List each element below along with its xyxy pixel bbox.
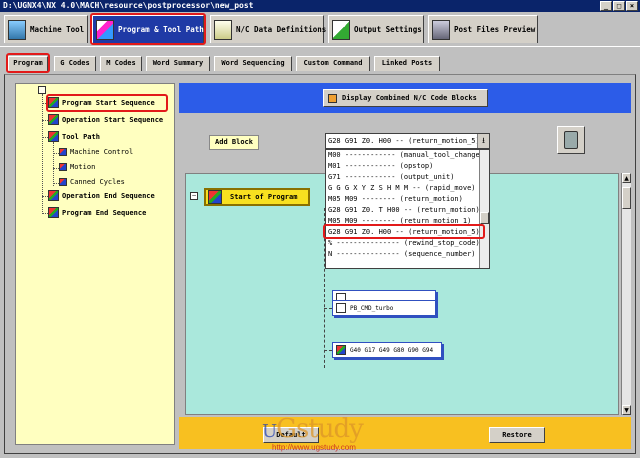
display-bar: Display Combined N/C Code Blocks: [179, 83, 631, 113]
tab-output-settings[interactable]: Output Settings: [328, 15, 424, 43]
block-pb-cmd-turbo[interactable]: PB_CMD_turbo: [332, 300, 436, 316]
dropdown-option[interactable]: G28 G91 Z0. T H00 -- (return_motion): [326, 205, 480, 216]
default-button[interactable]: Default: [263, 427, 319, 443]
tree-item-machine-control[interactable]: Machine Control: [59, 148, 133, 156]
scroll-thumb[interactable]: [622, 187, 631, 209]
nc-data-icon: [214, 19, 232, 40]
dropdown-option[interactable]: M01 ------------ (opstop): [326, 161, 480, 172]
machine-tool-icon: [8, 19, 26, 40]
sequence-icon: [48, 131, 59, 142]
dropdown-option[interactable]: G G G X Y Z S H M M -- (rapid_move): [326, 183, 480, 194]
sequence-icon: [59, 178, 67, 186]
printer-icon: [432, 19, 450, 40]
block-editor: Display Combined N/C Code Blocks Add Blo…: [179, 83, 631, 449]
tab-post-files-preview[interactable]: Post Files Preview: [428, 15, 538, 43]
subtab-linked-posts[interactable]: Linked Posts: [374, 56, 440, 71]
dropdown-option[interactable]: M05 M09 -------- (return_motion): [326, 194, 480, 205]
dropdown-scrollbar[interactable]: [479, 150, 489, 268]
bottom-button-bar: Default Restore: [179, 417, 631, 449]
block-template-dropdown[interactable]: M00 ------------ (manual_tool_change) M0…: [325, 149, 490, 269]
start-of-program-block[interactable]: Start of Program: [204, 188, 310, 206]
folder-icon: [38, 86, 46, 94]
subtab-m-codes[interactable]: M Codes: [100, 56, 142, 71]
subtab-custom-command[interactable]: Custom Command: [296, 56, 370, 71]
dropdown-option-selected[interactable]: G28 G91 Z0. H00 -- (return_motion_5): [326, 227, 480, 238]
scroll-down-icon[interactable]: ▼: [622, 405, 631, 415]
subtab-word-summary[interactable]: Word Summary: [146, 56, 210, 71]
maximize-button[interactable]: □: [613, 1, 625, 11]
block-icon: [336, 345, 346, 355]
window-title-bar: D:\UGNX4\NX 4.0\MACH\resource\postproces…: [0, 0, 640, 12]
tree-item-tool-path[interactable]: Tool Path: [48, 131, 100, 142]
sequence-icon: [59, 148, 67, 156]
output-settings-icon: [332, 19, 350, 40]
dropdown-option[interactable]: M05 M09 -------- (return_motion_1): [326, 216, 480, 227]
tab-program-tool-path[interactable]: Program & Tool Path: [92, 15, 204, 43]
main-tab-bar: Machine Tool Program & Tool Path N/C Dat…: [0, 12, 640, 46]
scroll-thumb[interactable]: [480, 212, 489, 224]
subtab-g-codes[interactable]: G Codes: [54, 56, 96, 71]
display-combined-blocks-button[interactable]: Display Combined N/C Code Blocks: [323, 89, 488, 107]
dropdown-option[interactable]: % --------------- (rewind_stop_code): [326, 238, 480, 249]
trash-button[interactable]: [557, 126, 585, 154]
tree-item-program-end-sequence[interactable]: Program End Sequence: [48, 207, 146, 218]
collapse-toggle[interactable]: −: [190, 192, 198, 200]
dropdown-option[interactable]: N --------------- (sequence_number): [326, 249, 480, 260]
command-icon: [336, 303, 346, 313]
tab-machine-tool[interactable]: Machine Tool: [4, 15, 88, 43]
program-tool-path-icon: [96, 19, 114, 40]
sub-tab-bar: Program G Codes M Codes Word Summary Wor…: [0, 46, 640, 74]
tree-item-program-start-sequence[interactable]: Program Start Sequence: [48, 97, 155, 108]
close-button[interactable]: ×: [626, 1, 638, 11]
minimize-button[interactable]: _: [600, 1, 612, 11]
sequence-icon: [48, 114, 59, 125]
tree-item-operation-start-sequence[interactable]: Operation Start Sequence: [48, 114, 163, 125]
restore-button[interactable]: Restore: [489, 427, 545, 443]
tree-item-operation-end-sequence[interactable]: Operation End Sequence: [48, 190, 155, 201]
sequence-icon: [208, 190, 222, 204]
scroll-up-icon[interactable]: ▲: [622, 173, 631, 183]
tree-item-motion[interactable]: Motion: [59, 163, 95, 171]
block-g40-g17[interactable]: G40 G17 G49 G80 G90 G94: [332, 342, 442, 358]
trash-icon: [564, 131, 578, 149]
tab-nc-data-definitions[interactable]: N/C Data Definitions: [210, 15, 326, 43]
program-panel: Program Start Sequence Operation Start S…: [4, 74, 636, 454]
subtab-program[interactable]: Program: [8, 56, 48, 71]
dropdown-option[interactable]: G71 ------------ (output_unit): [326, 172, 480, 183]
block-template-select[interactable]: G28 G91 Z0. H00 -- (return_motion_5) ⭳: [325, 133, 490, 149]
sequence-icon: [48, 207, 59, 218]
display-checkbox[interactable]: [328, 93, 337, 103]
subtab-word-sequencing[interactable]: Word Sequencing: [214, 56, 292, 71]
dropdown-arrow-icon[interactable]: ⭳: [477, 134, 489, 148]
canvas-vertical-scrollbar[interactable]: ▲ ▼: [621, 173, 631, 415]
sequence-icon: [48, 190, 59, 201]
add-block-button[interactable]: Add Block: [209, 135, 259, 150]
window-title: D:\UGNX4\NX 4.0\MACH\resource\postproces…: [3, 1, 254, 10]
sequence-tree: Program Start Sequence Operation Start S…: [15, 83, 175, 445]
tree-item-canned-cycles[interactable]: Canned Cycles: [59, 178, 125, 186]
dropdown-option[interactable]: M00 ------------ (manual_tool_change): [326, 150, 480, 161]
sequence-icon: [48, 97, 59, 108]
sequence-icon: [59, 163, 67, 171]
